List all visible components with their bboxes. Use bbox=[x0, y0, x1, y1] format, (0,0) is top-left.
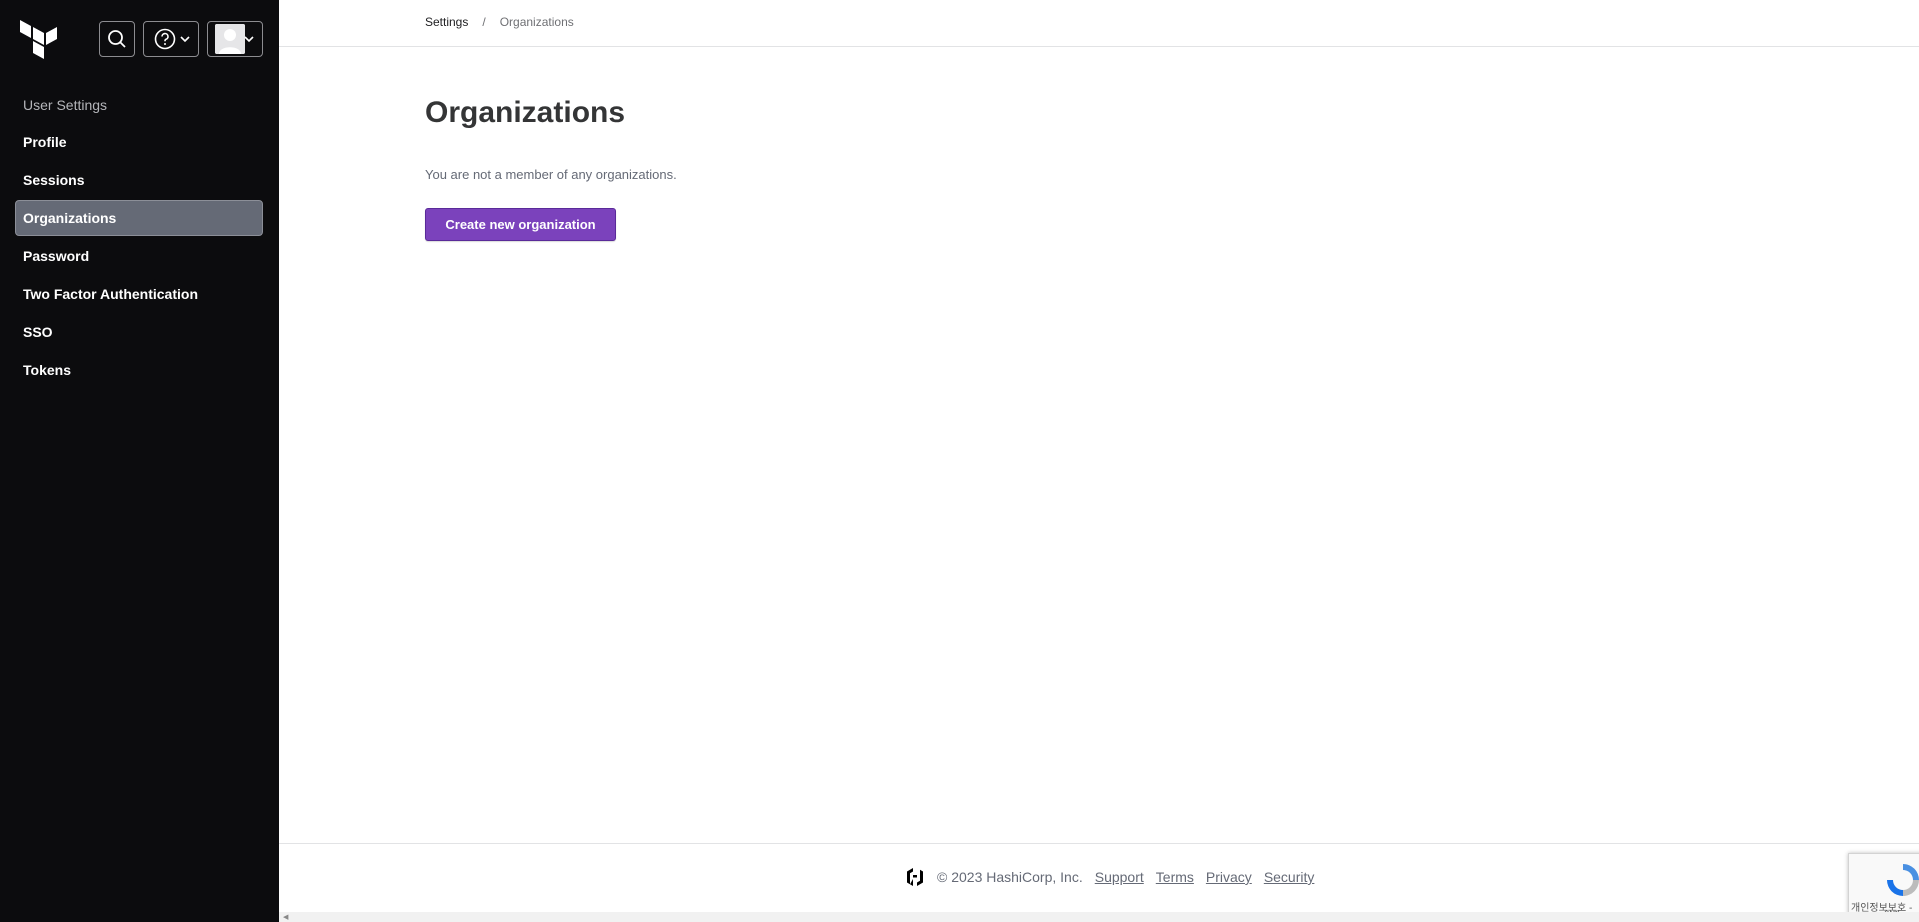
help-circle-icon bbox=[154, 28, 176, 50]
chevron-down-icon bbox=[180, 36, 190, 43]
chevron-down-icon bbox=[244, 36, 254, 43]
breadcrumb-separator: / bbox=[482, 15, 486, 29]
sidebar-item-sessions[interactable]: Sessions bbox=[15, 162, 263, 198]
terraform-logo[interactable] bbox=[20, 20, 58, 60]
breadcrumb-settings-link[interactable]: Settings bbox=[425, 15, 468, 29]
horizontal-scrollbar[interactable] bbox=[279, 912, 1919, 922]
hashicorp-logo-icon bbox=[907, 868, 923, 886]
settings-nav: Profile Sessions Organizations Password … bbox=[15, 124, 263, 390]
sidebar-item-profile[interactable]: Profile bbox=[15, 124, 263, 160]
empty-state-message: You are not a member of any organization… bbox=[425, 167, 677, 182]
header-divider bbox=[279, 46, 1919, 47]
recaptcha-icon bbox=[1887, 864, 1919, 896]
footer-link-privacy[interactable]: Privacy bbox=[1206, 869, 1252, 885]
create-organization-button[interactable]: Create new organization bbox=[425, 208, 616, 241]
footer-copyright: © 2023 HashiCorp, Inc. bbox=[937, 869, 1083, 885]
footer-divider bbox=[279, 843, 1919, 844]
sidebar-item-password[interactable]: Password bbox=[15, 238, 263, 274]
search-icon bbox=[108, 30, 126, 48]
sidebar-item-two-factor-auth[interactable]: Two Factor Authentication bbox=[15, 276, 263, 312]
nav-section-heading: User Settings bbox=[23, 97, 108, 113]
footer-link-terms[interactable]: Terms bbox=[1156, 869, 1194, 885]
footer-link-security[interactable]: Security bbox=[1264, 869, 1315, 885]
recaptcha-badge[interactable]: 개인정보보호 - 약관 bbox=[1848, 853, 1919, 915]
breadcrumb: Settings / Organizations bbox=[425, 15, 574, 29]
footer-link-support[interactable]: Support bbox=[1095, 869, 1144, 885]
sidebar-item-sso[interactable]: SSO bbox=[15, 314, 263, 350]
search-button[interactable] bbox=[99, 21, 135, 57]
footer: © 2023 HashiCorp, Inc. Support Terms Pri… bbox=[905, 867, 1314, 887]
user-menu-button[interactable] bbox=[207, 21, 263, 57]
sidebar: User Settings Profile Sessions Organizat… bbox=[0, 0, 279, 922]
help-menu-button[interactable] bbox=[143, 21, 199, 57]
sidebar-item-tokens[interactable]: Tokens bbox=[15, 352, 263, 388]
sidebar-item-organizations[interactable]: Organizations bbox=[15, 200, 263, 236]
breadcrumb-current: Organizations bbox=[499, 15, 574, 29]
user-avatar bbox=[215, 24, 245, 54]
scroll-left-arrow-icon[interactable]: ◀ bbox=[283, 913, 288, 921]
page-title: Organizations bbox=[425, 96, 626, 129]
